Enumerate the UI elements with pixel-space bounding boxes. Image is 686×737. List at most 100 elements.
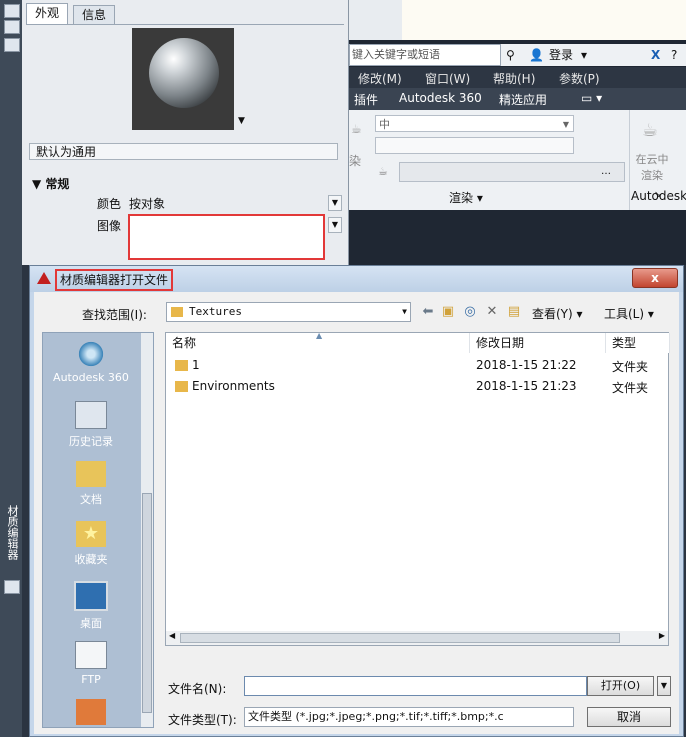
- user-icon: 👤: [529, 48, 544, 62]
- cancel-button[interactable]: 取消: [587, 707, 671, 727]
- file-type: 文件夹: [612, 381, 649, 395]
- cloud-render-icon[interactable]: ☕: [642, 120, 658, 141]
- open-file-dialog: 材质编辑器打开文件 x 查找范围(I): Textures ▼ ⬅ ▣ ◎ ✕ …: [29, 265, 684, 737]
- place-history[interactable]: 历史记录: [43, 401, 139, 449]
- material-preview[interactable]: [132, 28, 234, 130]
- search-input[interactable]: 键入关键字或短语: [349, 44, 501, 66]
- render-progress-bar: [375, 137, 574, 154]
- place-label: 收藏夹: [74, 553, 108, 566]
- login-button[interactable]: 登录: [549, 44, 573, 66]
- table-row[interactable]: Environments 2018-1-15 21:23 文件夹: [166, 376, 668, 396]
- place-label: Autodesk 360: [53, 371, 129, 384]
- chevron-down-icon: ▼: [402, 307, 407, 316]
- look-in-value: Textures: [189, 305, 242, 318]
- ftp-icon: [75, 641, 107, 669]
- section-title: 常规: [45, 177, 70, 191]
- history-icon: [75, 401, 107, 429]
- look-in-dropdown[interactable]: Textures ▼: [166, 302, 411, 322]
- render-teapot-icon[interactable]: ☕: [351, 122, 362, 136]
- image-label: 图像: [97, 219, 122, 233]
- tab-information[interactable]: 信息: [73, 5, 116, 25]
- place-desktop[interactable]: 桌面: [43, 581, 139, 631]
- dropdown-arrow-icon[interactable]: ▾: [581, 44, 587, 66]
- sort-arrow-icon: ▲: [316, 331, 323, 340]
- new-folder-icon[interactable]: ▤: [506, 305, 522, 319]
- place-label: FTP: [81, 673, 101, 686]
- image-field[interactable]: [128, 214, 325, 260]
- render-panel-title[interactable]: 渲染 ▾: [449, 189, 483, 206]
- open-options-dropdown[interactable]: ▼: [657, 676, 671, 696]
- table-row[interactable]: 1 2018-1-15 21:22 文件夹: [166, 355, 668, 375]
- render-button-label: 染: [349, 154, 362, 168]
- folder-icon: [175, 360, 188, 371]
- tab-plugins[interactable]: 插件: [354, 91, 378, 108]
- place-more[interactable]: [43, 699, 139, 729]
- tools-menu-button[interactable]: 工具(L) ▾: [604, 305, 654, 322]
- tab-autodesk-360[interactable]: Autodesk 360: [399, 91, 482, 105]
- scrollbar-thumb[interactable]: [180, 633, 620, 643]
- file-name-input[interactable]: [244, 676, 587, 696]
- place-documents[interactable]: 文档: [43, 461, 139, 507]
- place-ftp[interactable]: FTP: [43, 641, 139, 686]
- material-name-field[interactable]: 默认为通用: [29, 143, 338, 160]
- menu-modify[interactable]: 修改(M): [358, 70, 402, 87]
- left-toolbar-strip: 材质编辑器: [0, 0, 22, 737]
- collapse-icon[interactable]: [4, 20, 20, 34]
- dialog-title: 材质编辑器打开文件: [55, 269, 174, 291]
- render-output-field[interactable]: [399, 162, 625, 182]
- autodesk-360-icon: [76, 341, 106, 367]
- help-icon[interactable]: ?: [671, 44, 677, 66]
- place-favorites[interactable]: ★ 收藏夹: [43, 521, 139, 567]
- browse-dots-button[interactable]: …: [601, 166, 611, 177]
- section-general[interactable]: ▼ 常规: [32, 175, 69, 192]
- properties-icon[interactable]: [4, 38, 20, 52]
- material-editor-panel: 外观 信息 ▼ 默认为通用 ▼ 常规 颜色 按对象 ▼ 图像 ▼: [22, 0, 349, 265]
- open-button[interactable]: 打开(O): [587, 676, 654, 696]
- scrollbar-thumb[interactable]: [142, 493, 152, 713]
- ribbon-tabs: 插件 Autodesk 360 精选应用 ▭ ▾: [349, 88, 686, 110]
- ribbon-options-icon[interactable]: ▭ ▾: [581, 91, 602, 105]
- scroll-left-icon[interactable]: ◀: [169, 631, 175, 640]
- folder-icon: [175, 381, 188, 392]
- column-type[interactable]: 类型: [606, 333, 670, 353]
- buzzsaw-icon: [76, 699, 106, 725]
- place-label: 桌面: [80, 617, 102, 630]
- cloud-render-label[interactable]: 在云中渲染: [632, 152, 672, 184]
- column-date[interactable]: 修改日期: [470, 333, 606, 353]
- place-autodesk-360[interactable]: Autodesk 360: [43, 341, 139, 384]
- drawing-area[interactable]: [349, 210, 686, 265]
- up-folder-icon[interactable]: ▣: [440, 305, 456, 319]
- search-web-icon[interactable]: ◎: [462, 305, 478, 319]
- preview-options-arrow-icon[interactable]: ▼: [238, 116, 245, 126]
- pin-icon[interactable]: [4, 4, 20, 18]
- dialog-title-bar[interactable]: 材质编辑器打开文件 x: [30, 266, 683, 292]
- close-button[interactable]: x: [632, 268, 678, 288]
- file-name: Environments: [192, 379, 275, 393]
- material-sphere-icon: [149, 38, 219, 108]
- render-quality-dropdown[interactable]: 中 ▼: [375, 115, 574, 132]
- menu-window[interactable]: 窗口(W): [425, 70, 470, 87]
- file-list: 名称 ▲ 修改日期 类型 1 2018-1-15 21:22 文件夹 Envir…: [165, 331, 670, 646]
- file-date: 2018-1-15 21:23: [476, 379, 577, 393]
- scroll-right-icon[interactable]: ▶: [659, 631, 665, 640]
- render-window-icon[interactable]: ☕: [378, 165, 388, 178]
- file-type-dropdown[interactable]: 文件类型 (*.jpg;*.jpeg;*.png;*.tif;*.tiff;*.…: [244, 707, 574, 727]
- color-dropdown-button[interactable]: ▼: [328, 195, 342, 211]
- binoculars-icon[interactable]: ⚲: [506, 44, 515, 66]
- horizontal-scrollbar[interactable]: ◀ ▶: [166, 631, 668, 645]
- view-menu-button[interactable]: 查看(Y) ▾: [532, 305, 583, 322]
- back-icon[interactable]: ⬅: [420, 305, 436, 319]
- exchange-icon[interactable]: X: [651, 44, 660, 66]
- material-editor-icon[interactable]: [4, 580, 20, 594]
- menu-bar: 修改(M) 窗口(W) 帮助(H) 参数(P): [349, 67, 686, 88]
- delete-icon[interactable]: ✕: [484, 305, 500, 319]
- favorites-icon: ★: [76, 521, 106, 547]
- file-name: 1: [192, 358, 200, 372]
- file-name-label: 文件名(N):: [168, 682, 227, 696]
- image-dropdown-button[interactable]: ▼: [328, 217, 342, 233]
- places-scrollbar[interactable]: [141, 333, 153, 727]
- tab-appearance[interactable]: 外观: [26, 3, 69, 25]
- menu-parameters[interactable]: 参数(P): [559, 70, 600, 87]
- menu-help[interactable]: 帮助(H): [493, 70, 535, 87]
- tab-featured-apps[interactable]: 精选应用: [499, 91, 547, 108]
